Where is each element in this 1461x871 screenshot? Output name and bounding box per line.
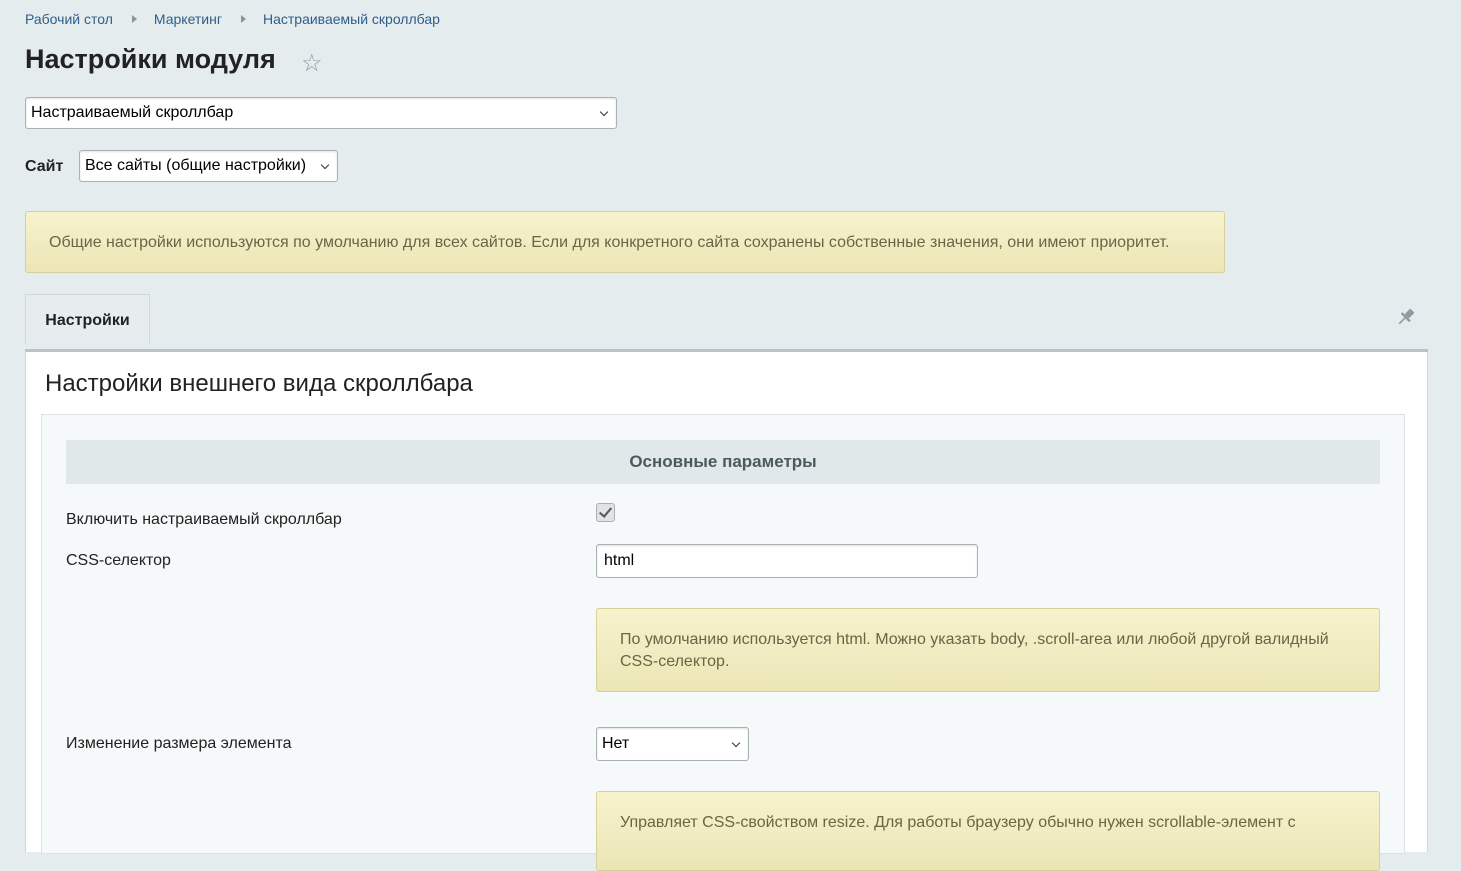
group-heading: Основные параметры (66, 440, 1380, 484)
star-outline-icon[interactable]: ☆ (301, 51, 323, 77)
breadcrumb-link-marketing[interactable]: Маркетинг (154, 11, 222, 27)
css-selector-label: CSS-селектор (66, 552, 171, 569)
info-note: Общие настройки используются по умолчани… (25, 211, 1225, 273)
site-select[interactable]: Все сайты (общие настройки) (79, 150, 338, 182)
page-title: Настройки модуля (25, 44, 276, 74)
css-selector-input[interactable] (596, 544, 978, 578)
module-select[interactable]: Настраиваемый скроллбар (25, 97, 617, 129)
pin-icon[interactable] (1394, 305, 1418, 329)
site-select-value: Все сайты (общие настройки) (85, 157, 307, 174)
breadcrumb-separator-icon (131, 15, 137, 23)
breadcrumb-link-desktop[interactable]: Рабочий стол (25, 11, 113, 27)
resize-hint: Управляет CSS-свойством resize. Для рабо… (596, 791, 1380, 871)
breadcrumb: Рабочий стол Маркетинг Настраиваемый скр… (25, 11, 440, 27)
enable-scrollbar-label: Включить настраиваемый скроллбар (66, 511, 342, 528)
chevron-down-icon (320, 160, 330, 170)
site-label: Сайт (25, 158, 64, 175)
breadcrumb-separator-icon (240, 15, 246, 23)
section-title: Настройки внешнего вида скроллбара (45, 370, 473, 397)
css-selector-hint: По умолчанию используется html. Можно ук… (596, 608, 1380, 692)
chevron-down-icon (599, 107, 609, 117)
resize-select-value: Нет (602, 735, 630, 752)
resize-select[interactable]: Нет (596, 727, 749, 761)
chevron-down-icon (731, 738, 741, 748)
breadcrumb-link-scrollbar[interactable]: Настраиваемый скроллбар (263, 11, 440, 27)
module-select-value: Настраиваемый скроллбар (31, 104, 234, 121)
tab-settings[interactable]: Настройки (25, 294, 150, 344)
resize-label: Изменение размера элемента (66, 735, 292, 752)
enable-scrollbar-checkbox[interactable] (596, 503, 615, 522)
